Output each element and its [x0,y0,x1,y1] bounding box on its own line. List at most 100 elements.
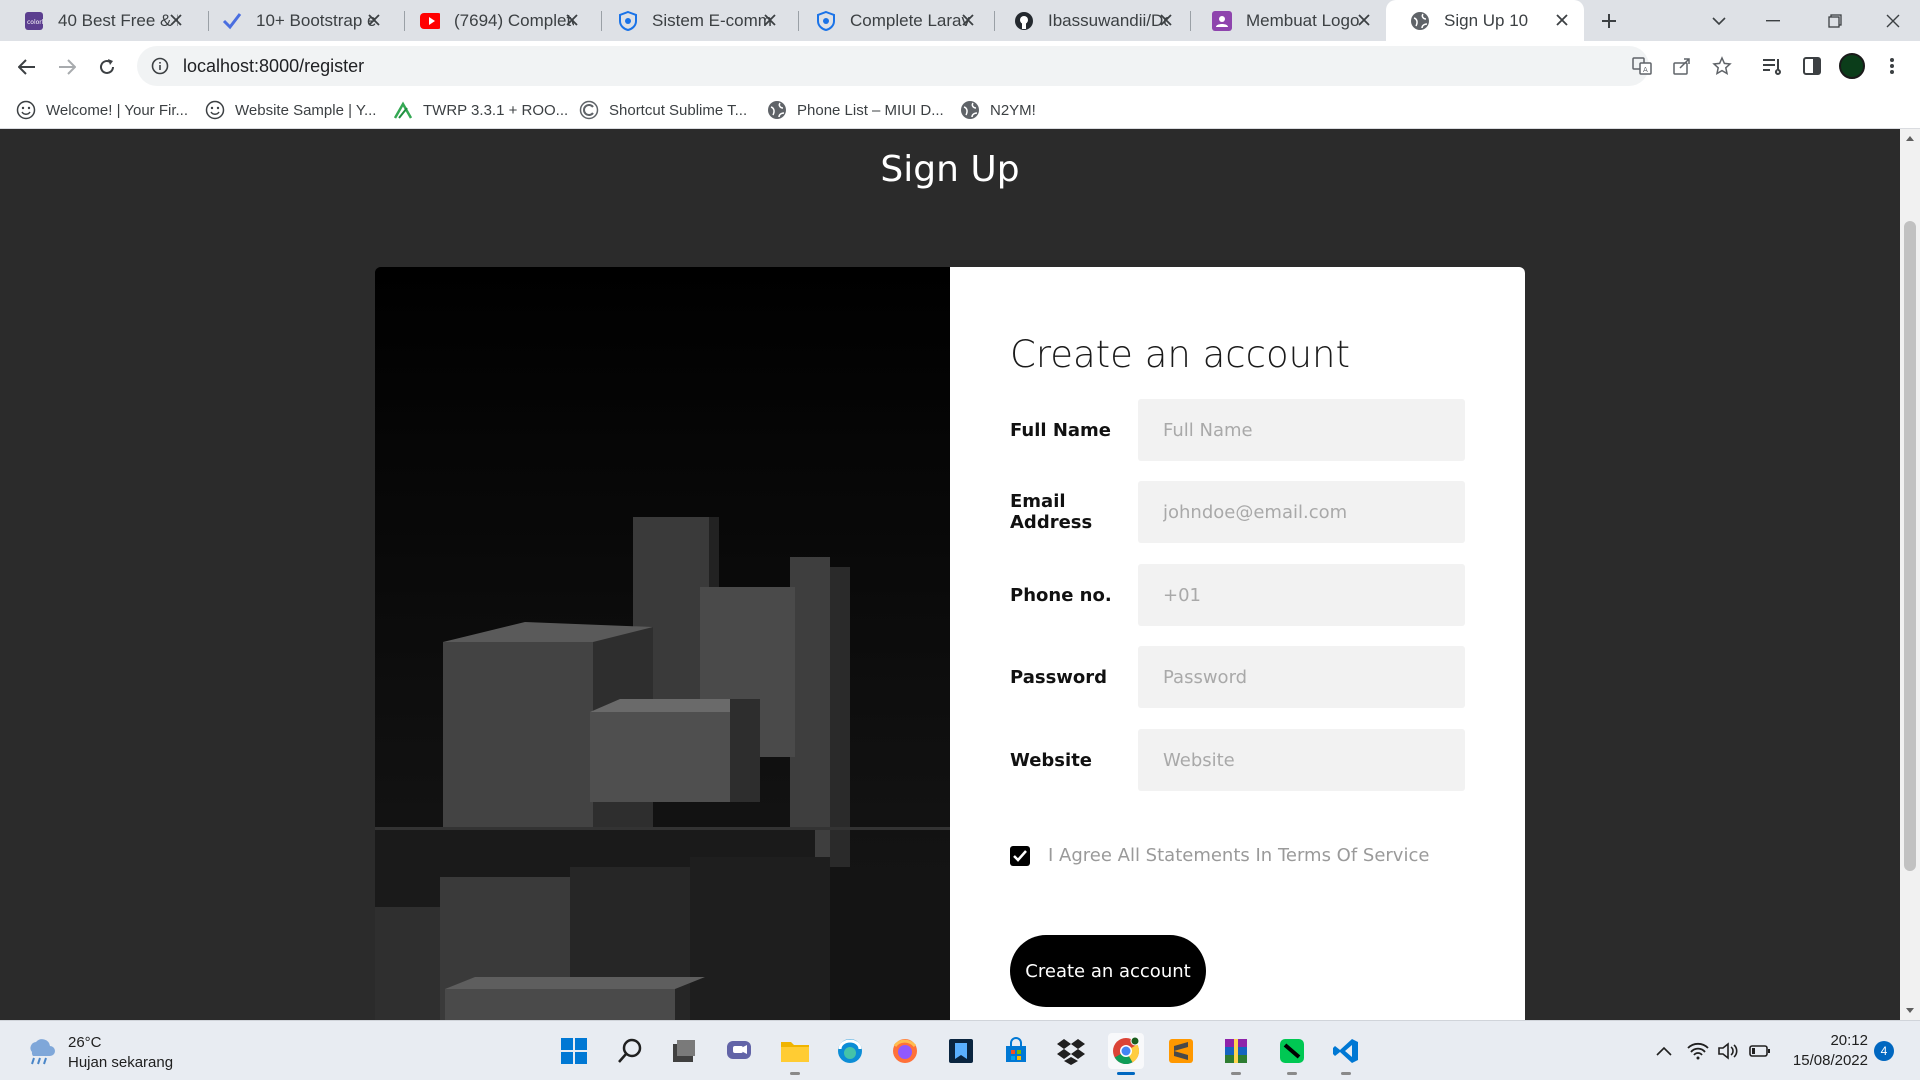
minimize-button[interactable] [1746,0,1800,41]
svg-text:A: A [1643,66,1648,74]
terms-agreement: I Agree All Statements In Terms Of Servi… [1010,845,1429,866]
bookmark-item[interactable]: Shortcut Sublime T... [579,99,747,121]
url-text: localhost:8000/register [183,55,365,76]
vscode-icon[interactable] [1328,1033,1364,1075]
windows-taskbar: 26°C Hujan sekarang 20:12 15/08/2022 4 [0,1020,1920,1080]
store-icon[interactable] [998,1033,1034,1069]
back-button[interactable] [11,51,43,83]
shield-icon [816,10,836,31]
tab-title: Sistem E-commer [652,10,772,30]
full-name-input[interactable] [1138,399,1465,461]
tab-7[interactable]: Membuat Logo [1188,0,1386,41]
tab-search-button[interactable] [1692,0,1746,41]
reload-button[interactable] [91,51,123,83]
address-bar[interactable]: localhost:8000/register [137,46,1649,86]
scrollbar-thumb[interactable] [1904,221,1916,871]
bookmark-label: TWRP 3.3.1 + ROO... [423,101,569,119]
translate-icon[interactable]: A [1630,54,1654,78]
file-explorer-icon[interactable] [777,1033,813,1075]
scroll-down-arrow-icon[interactable] [1900,1002,1920,1020]
page-scrollbar[interactable] [1900,129,1920,1020]
app-icon[interactable] [943,1033,979,1069]
share-icon[interactable] [1670,54,1694,78]
new-tab-button[interactable] [1596,8,1622,34]
sublime-icon[interactable] [1163,1033,1199,1069]
system-clock[interactable]: 20:12 15/08/2022 [1780,1031,1868,1071]
side-panel-icon[interactable] [1798,52,1826,80]
website-input[interactable] [1138,729,1465,791]
tab-8-active[interactable]: Sign Up 10 [1386,0,1584,41]
task-view-icon[interactable] [666,1033,702,1069]
page-title: Sign Up [880,149,1020,190]
chevron-up-icon[interactable] [1652,1039,1676,1063]
full-name-label: Full Name [1010,419,1111,441]
shield-icon [618,10,638,31]
close-icon[interactable] [1156,10,1176,30]
c-logo-icon [579,100,599,120]
profile-avatar[interactable] [1838,52,1866,80]
close-icon[interactable] [364,10,384,30]
weather-widget[interactable]: 26°C Hujan sekarang [24,1033,173,1073]
weather-desc: Hujan sekarang [68,1054,174,1071]
reading-list-icon[interactable] [1758,52,1786,80]
tab-3[interactable]: (7694) Complete [396,0,594,41]
decorative-image [375,267,950,1020]
close-icon[interactable] [1552,10,1572,30]
github-icon [1014,11,1034,31]
tab-title: 10+ Bootstrap eC [256,10,376,30]
colorlib-icon: colorlib [24,11,44,31]
app-green-icon[interactable] [1274,1033,1310,1075]
tab-6[interactable]: Ibassuwandii/Dok [990,0,1188,41]
email-input[interactable] [1138,481,1465,543]
phone-input[interactable] [1138,564,1465,626]
volume-icon[interactable] [1716,1039,1740,1063]
winrar-icon[interactable] [1218,1033,1254,1075]
form-title: Create an account [1010,333,1350,376]
chat-icon[interactable] [721,1033,757,1069]
tab-title: 40 Best Free & Re [58,10,178,30]
password-input[interactable] [1138,646,1465,708]
scroll-up-arrow-icon[interactable] [1900,129,1920,147]
signup-form: Create an account Full Name Email Addres… [950,267,1525,1020]
edge-icon[interactable] [832,1033,868,1069]
battery-icon[interactable] [1748,1039,1772,1063]
close-icon[interactable] [760,10,780,30]
website-label: Website [1010,749,1093,771]
dropbox-icon[interactable] [1053,1033,1089,1069]
wifi-icon[interactable] [1686,1039,1710,1063]
tab-title: Membuat Logo [1246,10,1360,30]
clock-date: 15/08/2022 [1792,1052,1868,1069]
kebab-menu-icon[interactable] [1878,52,1906,80]
tab-5[interactable]: Complete Laravel [792,0,990,41]
close-icon[interactable] [1354,10,1374,30]
bookmark-item[interactable]: Phone List – MIUI D... [767,99,944,121]
youtube-icon [420,11,440,31]
chrome-icon[interactable] [1108,1033,1144,1075]
tab-1[interactable]: colorlib 40 Best Free & Re [0,0,198,41]
restore-button[interactable] [1808,0,1862,41]
notification-badge[interactable]: 4 [1874,1041,1894,1061]
firefox-icon[interactable] [887,1033,923,1069]
bookmark-label: Website Sample | Y... [235,101,377,119]
bookmark-star-icon[interactable] [1710,54,1734,78]
globe-icon [1410,11,1430,31]
bookmark-item[interactable]: TWRP 3.3.1 + ROO... [393,99,568,121]
close-icon[interactable] [166,10,186,30]
globe-icon [767,100,787,120]
search-icon[interactable] [612,1033,648,1069]
website-row: Website [1010,729,1467,791]
start-button[interactable] [556,1033,592,1069]
tab-2[interactable]: 10+ Bootstrap eC [198,0,396,41]
close-icon[interactable] [958,10,978,30]
forward-button[interactable] [51,51,83,83]
close-icon[interactable] [562,10,582,30]
site-info-icon[interactable] [149,55,171,77]
window-close-button[interactable] [1866,0,1920,41]
terms-checkbox[interactable] [1010,845,1030,866]
tab-4[interactable]: Sistem E-commer [594,0,792,41]
bookmark-item[interactable]: N2YM! [960,99,1036,121]
bookmark-item[interactable]: Welcome! | Your Fir... [16,99,188,121]
bookmark-item[interactable]: Website Sample | Y... [205,99,376,121]
create-account-button[interactable]: Create an account [1010,935,1206,1007]
checkmark-icon [222,11,242,31]
